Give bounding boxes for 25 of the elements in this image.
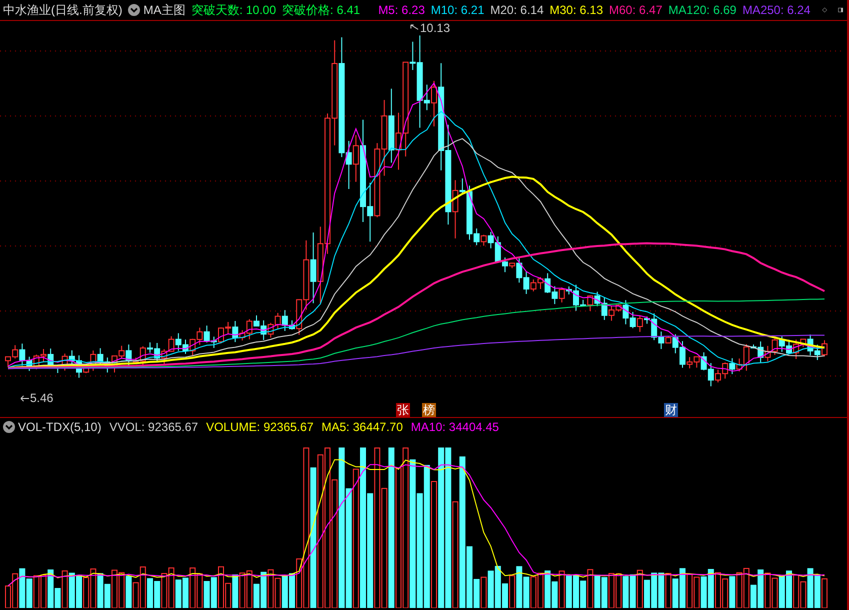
high-price-label: 10.13 xyxy=(420,21,450,35)
volume-indicator-menu[interactable]: VOL-TDX(5,10) xyxy=(3,420,102,434)
volume-reading: VOLUME: 92365.67 xyxy=(206,420,314,434)
pointer-arrow-icon xyxy=(410,24,419,32)
low-price-label: 5.46 xyxy=(30,391,54,405)
volume-reading: MA10: 34404.45 xyxy=(410,420,499,434)
moving-average-reading: M30: 6.13 xyxy=(550,3,604,17)
moving-average-reading: M10: 6.21 xyxy=(430,3,484,17)
event-badge[interactable]: 张 xyxy=(396,403,410,417)
event-badge[interactable]: 榜 xyxy=(422,403,436,417)
stock-title: 中水渔业(日线.前复权) xyxy=(3,2,122,18)
volume-reading: MA5: 36447.70 xyxy=(322,420,403,434)
moving-average-reading: MA250: 6.24 xyxy=(742,3,810,17)
chevron-down-icon xyxy=(128,4,140,16)
event-badge[interactable]: 财 xyxy=(664,403,678,417)
breakout-reading: 突破天数: 10.00 xyxy=(191,2,276,18)
main-chart-menu[interactable]: MA主图 xyxy=(128,2,186,18)
volume-reading: VVOL: 92365.67 xyxy=(109,420,198,434)
moving-average-reading: M60: 6.47 xyxy=(609,3,662,17)
moving-average-reading: M20: 6.14 xyxy=(490,3,544,17)
moving-average-reading: MA120: 6.69 xyxy=(668,3,736,17)
breakout-reading: 突破价格: 6.41 xyxy=(282,2,360,18)
chevron-down-icon xyxy=(3,421,15,433)
moving-average-reading: M5: 6.23 xyxy=(378,3,425,17)
pointer-arrow-icon xyxy=(20,394,29,402)
